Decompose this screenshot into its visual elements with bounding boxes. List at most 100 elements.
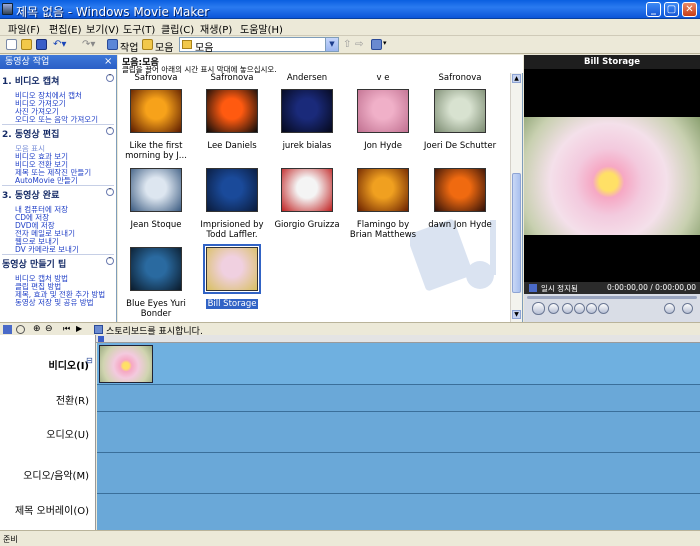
- status-bar: 준비: [0, 530, 700, 546]
- collection-pane: 모음:모음 클립을 끌어 아래의 시간 표시 막대에 놓으십시오. Safron…: [118, 55, 523, 322]
- clip-thumbnail[interactable]: [281, 89, 333, 133]
- section-collapse-icon[interactable]: ˄: [106, 257, 114, 265]
- track-label-transition: 전환(R): [55, 396, 89, 407]
- timeline-clip[interactable]: [99, 345, 153, 383]
- collection-scrollbar[interactable]: ▲ ▼: [510, 73, 522, 322]
- new-project-icon[interactable]: [6, 39, 17, 50]
- menu-help[interactable]: 도움말(H): [240, 21, 283, 36]
- clip-thumbnail[interactable]: [206, 89, 258, 133]
- seek-bar[interactable]: [527, 296, 697, 299]
- clip-thumbnail[interactable]: [130, 89, 182, 133]
- next-frame-icon[interactable]: [598, 303, 609, 314]
- monitor-controls: [524, 294, 700, 322]
- storyboard-icon[interactable]: [94, 325, 103, 334]
- menu-tools[interactable]: 도구(T): [123, 21, 155, 36]
- play-icon[interactable]: [532, 302, 545, 315]
- divider: [2, 185, 114, 186]
- clip-thumbnail[interactable]: [281, 168, 333, 212]
- section-finish-title[interactable]: 3. 동영상 완료: [2, 188, 59, 201]
- close-button[interactable]: ✕: [682, 2, 697, 17]
- clip-thumbnail[interactable]: [130, 168, 182, 212]
- title-overlay-track[interactable]: [97, 494, 700, 530]
- previous-frame-icon[interactable]: [562, 303, 573, 314]
- section-collapse-icon[interactable]: ˄: [106, 188, 114, 196]
- video-track[interactable]: [97, 343, 700, 385]
- section-edit-title[interactable]: 2. 동영상 편집: [2, 127, 59, 140]
- clip-caption-top: Safronova: [438, 73, 482, 83]
- minimize-button[interactable]: _: [646, 2, 661, 17]
- expand-track-icon[interactable]: ⊟: [86, 356, 93, 365]
- clip-thumbnail[interactable]: [357, 168, 409, 212]
- menu-bar: 파일(F) 편집(E) 보기(V) 도구(T) 클립(C) 재생(P) 도움말(…: [0, 19, 700, 36]
- take-picture-icon[interactable]: [682, 303, 693, 314]
- clip-caption: Bill Storage: [206, 299, 258, 309]
- clip-thumbnail[interactable]: [434, 168, 486, 212]
- transition-track[interactable]: [97, 385, 700, 412]
- menu-clip[interactable]: 클립(C): [161, 21, 194, 36]
- tasks-button-label[interactable]: 작업: [120, 39, 138, 54]
- split-clip-icon[interactable]: [664, 303, 675, 314]
- section-collapse-icon[interactable]: ˄: [106, 74, 114, 82]
- menu-file[interactable]: 파일(F): [8, 21, 40, 36]
- undo-icon[interactable]: ↶▾: [53, 39, 66, 50]
- audio-music-track[interactable]: [97, 453, 700, 494]
- view-options-icon[interactable]: [371, 39, 382, 50]
- play-timeline-icon[interactable]: ▶: [76, 324, 82, 333]
- redo-icon[interactable]: ↷▾: [82, 39, 95, 50]
- clip-caption-top: v e: [376, 73, 390, 83]
- track-label-video: 비디오(I): [48, 361, 89, 372]
- clip-caption: Blue Eyes Yuri Bonder: [126, 299, 186, 319]
- task-link[interactable]: 동영상 저장 및 공유 방법: [15, 297, 94, 308]
- zoom-out-icon[interactable]: ⊖: [45, 324, 53, 334]
- monitor-title: Bill Storage: [524, 55, 700, 69]
- rewind-icon[interactable]: [574, 303, 585, 314]
- tasks-pane-header: 동영상 작업: [0, 55, 117, 69]
- section-tips-title[interactable]: 동영상 만들기 팁: [2, 257, 66, 270]
- open-project-icon[interactable]: [21, 39, 32, 50]
- track-label-audio-music: 오디오/음악(M): [23, 471, 89, 482]
- forward-icon[interactable]: [586, 303, 597, 314]
- narrate-icon[interactable]: [16, 325, 25, 334]
- timeline-ruler[interactable]: [96, 335, 700, 343]
- collection-select[interactable]: 모음 ▼: [179, 37, 339, 54]
- timeline-toggle-icon[interactable]: [3, 325, 12, 334]
- clip-caption: dawn Jon Hyde: [428, 220, 492, 230]
- save-project-icon[interactable]: [36, 39, 47, 50]
- scroll-thumb[interactable]: [512, 173, 521, 293]
- clip-caption-top: Andersen: [286, 73, 328, 83]
- collection-header: 모음:모음 클립을 끌어 아래의 시간 표시 막대에 놓으십시오.: [118, 55, 523, 74]
- up-folder-icon[interactable]: ⇧: [343, 39, 351, 50]
- playhead-icon[interactable]: [98, 336, 104, 342]
- collections-button-label[interactable]: 모음: [155, 39, 173, 54]
- clip-caption: Flamingo by Brian Matthews: [349, 220, 417, 240]
- chevron-down-icon[interactable]: ▼: [325, 38, 338, 51]
- section-collapse-icon[interactable]: ˄: [106, 127, 114, 135]
- clip-thumbnail[interactable]: [130, 247, 182, 291]
- scroll-down-icon[interactable]: ▼: [512, 310, 521, 319]
- menu-view[interactable]: 보기(V): [86, 21, 119, 36]
- zoom-in-icon[interactable]: ⊕: [33, 324, 41, 334]
- stop-icon[interactable]: [548, 303, 559, 314]
- clip-thumbnail[interactable]: [203, 244, 261, 294]
- app-icon[interactable]: [2, 3, 13, 15]
- clip-thumbnail[interactable]: [434, 89, 486, 133]
- audio-track[interactable]: [97, 412, 700, 453]
- rewind-timeline-icon[interactable]: ⏮: [63, 324, 70, 334]
- new-folder-icon[interactable]: ⇨: [355, 39, 363, 50]
- clip-caption: Jean Stoque: [130, 220, 182, 230]
- menu-play[interactable]: 재생(P): [200, 21, 232, 36]
- scroll-up-icon[interactable]: ▲: [512, 74, 521, 83]
- menu-edit[interactable]: 편집(E): [49, 21, 82, 36]
- collections-icon[interactable]: [142, 39, 153, 50]
- status-text: 준비: [3, 535, 18, 544]
- toolbar: ↶▾ ↷▾ 작업 모음 모음 ▼ ⇧ ⇨ ▾: [0, 36, 700, 54]
- clip-thumbnail[interactable]: [357, 89, 409, 133]
- section-capture-title[interactable]: 1. 비디오 캡쳐: [2, 74, 59, 87]
- tasks-icon[interactable]: [107, 39, 118, 50]
- preview-monitor: Bill Storage 일시 정지됨 0:00:00,00 / 0:00:00…: [524, 55, 700, 322]
- maximize-button[interactable]: ▢: [664, 2, 679, 17]
- clip-thumbnail[interactable]: [206, 168, 258, 212]
- timeline-tracks[interactable]: [97, 343, 700, 530]
- view-options-chevron-icon[interactable]: ▾: [383, 39, 387, 47]
- close-icon[interactable]: ×: [104, 56, 112, 67]
